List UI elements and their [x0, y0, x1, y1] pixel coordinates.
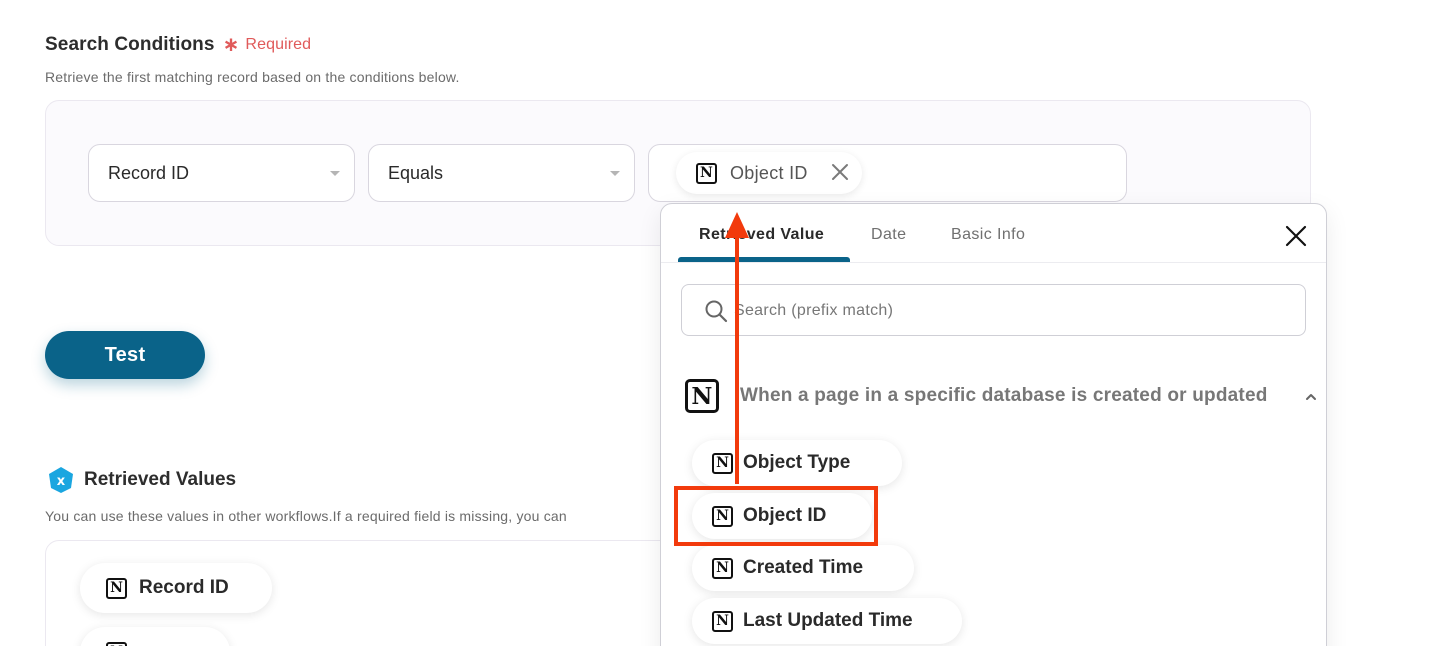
retrieved-value-chip[interactable]: N Record ID — [80, 563, 272, 613]
value-chip-label: Object ID — [730, 162, 808, 183]
chevron-down-icon — [610, 171, 620, 176]
close-icon[interactable] — [1284, 224, 1308, 248]
notion-icon: N — [712, 452, 733, 474]
notion-icon: N — [696, 162, 717, 184]
field-select[interactable]: Record ID — [88, 144, 355, 202]
retrieved-values-title: x Retrieved Values — [47, 466, 236, 494]
chevron-down-icon — [330, 171, 340, 176]
field-select-value: Record ID — [108, 162, 190, 183]
test-button[interactable]: Test — [45, 331, 205, 379]
retrieved-value-chip[interactable]: N — [80, 627, 230, 646]
search-conditions-label: Search Conditions — [45, 33, 215, 55]
notion-icon: N — [106, 577, 127, 599]
picker-item-created-time[interactable]: N Created Time — [692, 545, 914, 591]
picker-item-last-updated-time[interactable]: N Last Updated Time — [692, 598, 962, 644]
active-tab-indicator — [678, 257, 850, 262]
retrieved-values-description: You can use these values in other workfl… — [45, 508, 567, 524]
notion-icon: N — [712, 557, 733, 579]
operator-select-value: Equals — [388, 162, 444, 183]
notion-icon: N — [712, 610, 733, 632]
picker-item-label: Created Time — [743, 557, 864, 578]
chevron-up-icon[interactable] — [1305, 391, 1317, 403]
picker-item-label: Last Updated Time — [743, 610, 913, 631]
tab-basic-info[interactable]: Basic Info — [951, 226, 1025, 244]
search-conditions-description: Retrieve the first matching record based… — [45, 69, 460, 85]
picker-search — [681, 284, 1306, 336]
required-star: ∗ — [222, 34, 240, 56]
search-input[interactable] — [734, 297, 1294, 325]
search-conditions-title: Search Conditions ∗ Required — [45, 32, 311, 57]
operator-select[interactable]: Equals — [368, 144, 635, 202]
annotation-highlight-box — [674, 486, 878, 546]
notion-icon: N — [106, 641, 127, 646]
search-icon — [705, 300, 728, 323]
tab-retrieved-value[interactable]: Retrieved Value — [699, 226, 824, 244]
required-label: Required — [245, 35, 312, 53]
retrieved-values-label: Retrieved Values — [84, 469, 237, 490]
tab-date[interactable]: Date — [871, 226, 906, 244]
remove-chip-icon[interactable] — [829, 161, 851, 183]
trigger-group-header[interactable]: N When a page in a specific database is … — [685, 379, 1268, 413]
picker-tabs: Retrieved Value Date Basic Info — [661, 204, 1326, 263]
trigger-group-title: When a page in a specific database is cr… — [740, 385, 1268, 406]
notion-icon: N — [685, 379, 719, 413]
variable-badge-glyph: x — [57, 474, 66, 489]
value-chip-object-id[interactable]: N Object ID — [676, 152, 862, 194]
picker-item-label: Object Type — [743, 452, 851, 473]
picker-item-object-type[interactable]: N Object Type — [692, 440, 902, 486]
value-picker-popup: Retrieved Value Date Basic Info N When a… — [660, 203, 1327, 646]
retrieved-value-label: Record ID — [139, 577, 229, 598]
variable-badge-icon: x — [49, 467, 73, 493]
